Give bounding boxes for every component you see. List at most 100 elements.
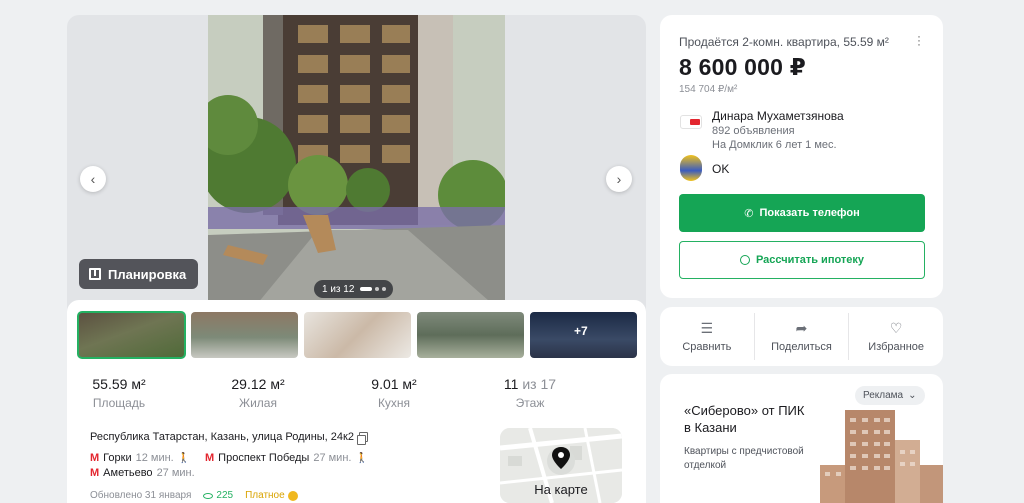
next-photo-button[interactable]: › [606, 166, 632, 192]
compare-icon: ☰ [700, 320, 714, 336]
stat-area: 55.59 м² Площадь [59, 376, 179, 410]
calculate-mortgage-label: Рассчитать ипотеку [755, 254, 865, 266]
photo-counter-text: 1 из 12 [322, 283, 355, 295]
metro-time: 27 мин. [313, 452, 352, 464]
metro-time: 12 мин. [135, 452, 174, 464]
main-photo[interactable] [208, 15, 505, 315]
floor-plan-icon [89, 268, 101, 280]
stat-value: 9.01 м² [371, 376, 417, 392]
prev-photo-button[interactable]: ‹ [80, 166, 106, 192]
agent-listings: 892 объявления [712, 125, 795, 137]
phone-icon: ✆ [744, 207, 754, 220]
heart-icon: ♡ [889, 320, 903, 336]
walk-icon: 🚶 [177, 452, 191, 464]
dot [375, 287, 380, 291]
stat-label: Площадь [92, 396, 146, 410]
show-phone-button[interactable]: ✆ Показать телефон [679, 194, 925, 232]
price-card: Продаётся 2-комн. квартира, 55.59 м² · · ·… [660, 15, 943, 298]
metro-station: Аметьево [103, 467, 153, 479]
floor-total: из 17 [522, 376, 557, 392]
map-label: На карте [534, 482, 588, 497]
thumbnail-3[interactable] [304, 312, 411, 358]
dot [382, 287, 387, 291]
ruble-coin-icon [287, 490, 298, 501]
ad-title: «Сиберово» от ПИК в Казани [684, 403, 805, 435]
show-phone-label: Показать телефон [759, 207, 860, 219]
floor-plan-button[interactable]: Планировка [79, 259, 199, 289]
photo-counter: 1 из 12 [314, 280, 394, 298]
metro-icon: М [205, 452, 215, 464]
thumbnail-1[interactable] [77, 311, 186, 359]
address-text: Республика Татарстан, Казань, улица Роди… [90, 431, 354, 443]
stat-label: Кухня [377, 396, 411, 410]
metro-icon: М [90, 467, 100, 479]
agent-details: 892 объявления На Домклик 6 лет 1 мес. [712, 124, 837, 152]
listing-meta: Обновлено 31 января 225 Платное [90, 490, 298, 501]
thumbnail-4[interactable] [417, 312, 524, 358]
thumbnail-more[interactable]: +7 [530, 312, 637, 358]
ad-banner[interactable]: Реклама ⌄ «Сиберово» от ПИК в Казани Ква… [660, 374, 943, 503]
paid-label: Платное [245, 490, 285, 501]
metro-item: М Аметьево 27 мин. [90, 467, 195, 479]
stat-floor: 11 из 17 Этаж [470, 376, 590, 410]
views-count: 225 [216, 490, 234, 501]
agency-logo [680, 115, 702, 129]
chevron-right-icon: › [616, 171, 622, 187]
metro-item: М Горки 12 мин. 🚶 [90, 452, 190, 464]
favorite-label: Избранное [868, 341, 925, 353]
stat-value: 11 из 17 [470, 376, 590, 392]
floor-plan-label: Планировка [108, 266, 187, 282]
ad-building-image [820, 410, 943, 503]
agent-name[interactable]: Динара Мухаметзянова [712, 109, 844, 123]
compare-button[interactable]: ☰ Сравнить [660, 313, 755, 360]
price: 8 600 000 ₽ [679, 54, 806, 80]
stat-kitchen: 9.01 м² Кухня [334, 376, 454, 410]
stat-label: Жилая [239, 396, 277, 410]
ad-badge[interactable]: Реклама ⌄ [855, 386, 925, 405]
compare-label: Сравнить [682, 341, 732, 353]
stat-label: Этаж [515, 396, 545, 410]
metro-item: М Проспект Победы 27 мин. 🚶 [205, 452, 368, 464]
photo-gallery[interactable]: ‹ › Планировка 1 из 12 [67, 15, 646, 315]
favorite-button[interactable]: ♡ Избранное [849, 313, 943, 360]
paid-badge: Платное [245, 490, 298, 501]
apartment-stats: 55.59 м² Площадь 29.12 м² Жилая 9.01 м² … [67, 376, 646, 412]
map-preview-button[interactable]: На карте [500, 428, 622, 503]
listing-info-card: +7 55.59 м² Площадь 29.12 м² Жилая 9.01 … [67, 300, 646, 503]
more-photos-count: +7 [574, 324, 588, 338]
chevron-left-icon: ‹ [90, 171, 96, 187]
listing-title: Продаётся 2-комн. квартира, 55.59 м² [679, 35, 889, 49]
agent-tenure: На Домклик 6 лет 1 мес. [712, 139, 837, 151]
share-icon: ➦ [795, 320, 808, 336]
metro-station: Горки [103, 452, 132, 464]
photo-dots [360, 287, 387, 291]
copy-icon[interactable] [356, 432, 368, 445]
stat-living: 29.12 м² Жилая [198, 376, 318, 410]
stat-value: 29.12 м² [231, 376, 285, 392]
walk-icon: 🚶 [355, 452, 368, 464]
chevron-down-icon: ⌄ [908, 390, 917, 401]
updated-date: Обновлено 31 января [90, 490, 192, 501]
thumbnail-strip: +7 [77, 311, 637, 359]
actions-card: ☰ Сравнить ➦ Поделиться ♡ Избранное [660, 307, 943, 366]
share-label: Поделиться [771, 341, 832, 353]
address: Республика Татарстан, Казань, улица Роди… [90, 431, 368, 445]
share-button[interactable]: ➦ Поделиться [755, 313, 850, 360]
price-per-m2: 154 704 ₽/м² [679, 84, 738, 95]
check-circle-icon [739, 255, 750, 265]
ok-avatar [680, 155, 702, 181]
ad-subtitle: Квартиры с предчистовой отделкой [684, 446, 804, 471]
more-menu-icon[interactable]: · · · [917, 30, 921, 50]
ok-label: OK [712, 162, 730, 176]
eye-icon [203, 492, 214, 499]
metro-station: Проспект Победы [218, 452, 310, 464]
ad-badge-label: Реклама [863, 390, 904, 401]
thumbnail-2[interactable] [191, 312, 298, 358]
metro-time: 27 мин. [156, 467, 195, 479]
stat-value: 55.59 м² [92, 376, 146, 392]
floor-number: 11 [503, 376, 519, 392]
views: 225 [203, 490, 233, 501]
dot-active [360, 287, 373, 291]
metro-icon: М [90, 452, 100, 464]
calculate-mortgage-button[interactable]: Рассчитать ипотеку [679, 241, 925, 279]
